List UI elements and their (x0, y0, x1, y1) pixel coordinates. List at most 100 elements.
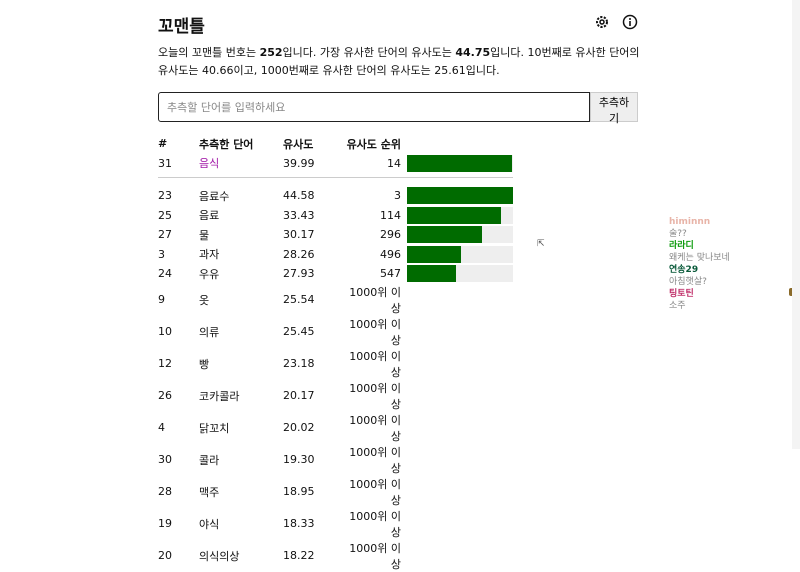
rank: 114 (380, 208, 401, 222)
guess-number: 12 (158, 357, 172, 370)
table-row: 28 맥주 18.95 1000위 이상 (158, 476, 513, 508)
guess-word: 옷 (199, 293, 210, 307)
rank-progress-bar (407, 154, 513, 172)
guess-word: 의류 (199, 325, 220, 339)
guess-number: 25 (158, 208, 172, 222)
guess-number: 30 (158, 453, 172, 466)
rank: 3 (394, 189, 401, 203)
rank: 14 (387, 156, 401, 170)
guess-number: 9 (158, 293, 165, 306)
progress-fill (407, 206, 502, 224)
similarity: 18.33 (283, 517, 315, 530)
guess-word: 음료 (199, 209, 220, 223)
col-similarity: 유사도 (283, 137, 314, 151)
similarity: 44.58 (283, 189, 315, 203)
similarity: 20.02 (283, 421, 315, 434)
chat-message: 왜케는 맞나보네 (669, 253, 730, 263)
rank: 1000위 이상 (349, 509, 401, 539)
guess-word: 코카콜라 (199, 389, 240, 403)
similarity: 18.22 (283, 549, 315, 562)
guess-number: 24 (158, 267, 172, 281)
table-row: 23 음료수 44.58 3 (158, 186, 513, 206)
rank: 1000위 이상 (349, 413, 401, 443)
similarity: 25.54 (283, 293, 315, 306)
guess-word: 의식의상 (199, 549, 240, 563)
rank: 1000위 이상 (349, 477, 401, 507)
chat-message: 아침햇살? (669, 277, 707, 287)
rank-progress-bar (407, 187, 513, 205)
similarity: 30.17 (283, 228, 315, 242)
rank: 547 (380, 267, 401, 281)
guess-number: 20 (158, 549, 172, 562)
progress-fill (407, 226, 483, 244)
table-row: 20 의식의상 18.22 1000위 이상 (158, 540, 513, 572)
chat-username: himinnn (669, 217, 711, 227)
col-rank: 유사도 순위 (346, 137, 401, 151)
guess-number: 19 (158, 517, 172, 530)
guess-number: 26 (158, 389, 172, 402)
guess-number: 10 (158, 325, 172, 338)
table-row: 4 닭꼬치 20.02 1000위 이상 (158, 412, 513, 444)
similarity: 28.26 (283, 247, 315, 261)
table-row: 27 물 30.17 296 (158, 225, 513, 245)
table-row: 26 코카콜라 20.17 1000위 이상 (158, 380, 513, 412)
guess-word: 맥주 (199, 485, 220, 499)
chat-message: 소주 (669, 301, 686, 311)
guess-word: 닭꼬치 (199, 421, 230, 435)
guess-word: 음식 (199, 157, 220, 171)
guess-word: 빵 (199, 357, 210, 371)
rank: 1000위 이상 (349, 349, 401, 379)
guess-word: 물 (199, 228, 210, 242)
similarity: 33.43 (283, 208, 315, 222)
progress-fill (407, 187, 513, 205)
rank-progress-bar (407, 245, 513, 263)
chat-message: 술?? (669, 229, 687, 239)
guess-word: 우유 (199, 267, 220, 281)
rank: 1000위 이상 (349, 317, 401, 347)
rank-progress-bar (407, 265, 513, 283)
similarity: 19.30 (283, 453, 315, 466)
similarity: 25.45 (283, 325, 315, 338)
guess-number: 31 (158, 156, 172, 170)
rank: 1000위 이상 (349, 541, 401, 571)
table-row: 9 옷 25.54 1000위 이상 (158, 284, 513, 316)
divider (158, 177, 513, 186)
guess-input[interactable] (158, 92, 590, 122)
table-row: 19 야식 18.33 1000위 이상 (158, 508, 513, 540)
guess-table: # 추측한 단어 유사도 유사도 순위 31 음식 39.99 14 23 음료수… (158, 134, 513, 572)
guess-number: 23 (158, 189, 172, 203)
guess-number: 28 (158, 485, 172, 498)
table-row: 10 의류 25.45 1000위 이상 (158, 316, 513, 348)
guess-word: 콜라 (199, 453, 220, 467)
similarity: 20.17 (283, 389, 315, 402)
rank: 1000위 이상 (349, 445, 401, 475)
rank: 1000위 이상 (349, 381, 401, 411)
info-icon[interactable] (622, 14, 638, 30)
guess-word: 과자 (199, 248, 220, 262)
progress-fill (407, 265, 456, 283)
table-row: 3 과자 28.26 496 (158, 245, 513, 265)
guess-button[interactable]: 추측하기 (590, 92, 638, 125)
table-row: 31 음식 39.99 14 (158, 154, 513, 174)
guess-word: 야식 (199, 517, 220, 531)
table-row: 30 콜라 19.30 1000위 이상 (158, 444, 513, 476)
guess-number: 4 (158, 421, 165, 434)
guess-number: 3 (158, 247, 165, 261)
progress-fill (407, 154, 512, 172)
gear-icon[interactable] (594, 14, 610, 30)
rank-progress-bar (407, 226, 513, 244)
puzzle-description: 오늘의 꼬맨틀 번호는 252입니다. 가장 유사한 단어의 유사도는 44.7… (158, 46, 640, 77)
col-number: # (158, 137, 168, 151)
table-row: 25 음료 33.43 114 (158, 206, 513, 226)
chat-username: 팅토틴 (669, 289, 694, 299)
chat-username: 연송29 (669, 265, 699, 275)
similarity: 23.18 (283, 357, 315, 370)
rank: 1000위 이상 (349, 285, 401, 315)
chat-username: 라라디 (669, 241, 694, 251)
similarity: 27.93 (283, 267, 315, 281)
table-row: 12 빵 23.18 1000위 이상 (158, 348, 513, 380)
rank: 296 (380, 228, 401, 242)
table-row: 24 우유 27.93 547 (158, 264, 513, 284)
similarity: 18.95 (283, 485, 315, 498)
scrollbar[interactable] (792, 0, 800, 449)
